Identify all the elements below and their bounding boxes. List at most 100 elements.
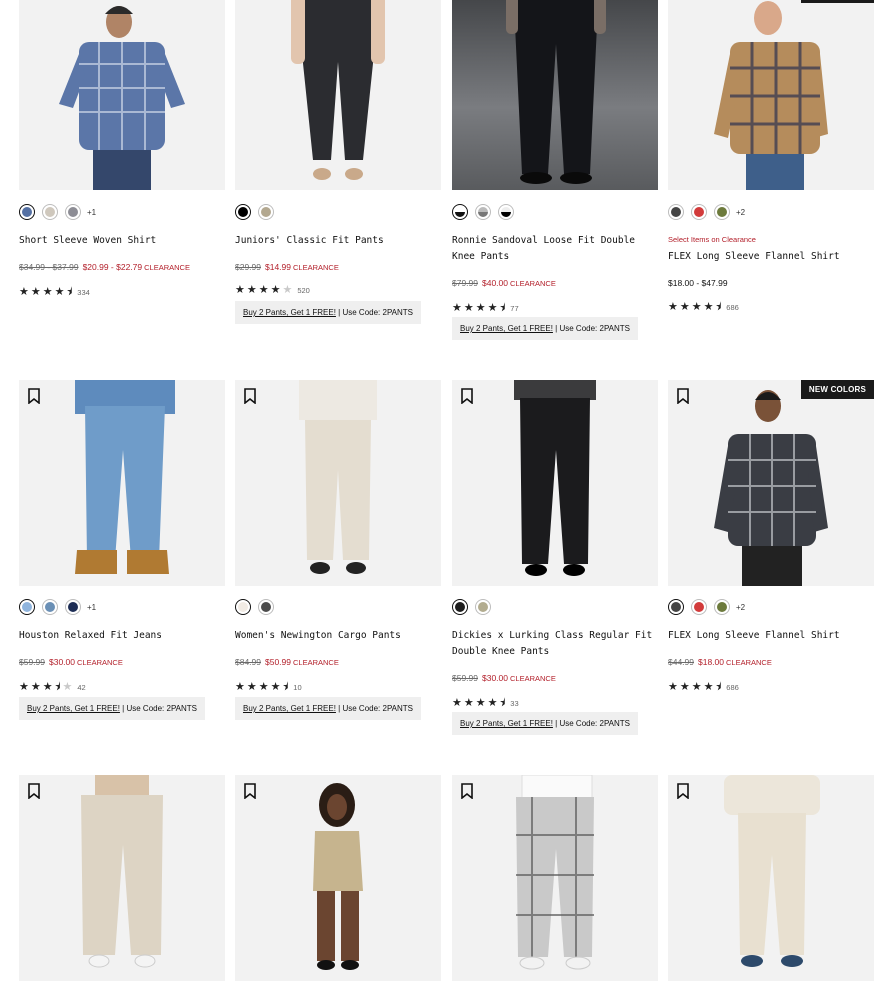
product-card[interactable]: +1 Houston Relaxed Fit Jeans $59.99 $30.0… [19,380,225,720]
product-image[interactable]: NEW COLORS [668,380,874,586]
product-card[interactable]: Ronnie Sandoval Loose Fit Double Knee Pa… [452,0,658,340]
product-name[interactable]: Short Sleeve Woven Shirt [19,233,225,249]
color-swatch[interactable] [235,204,251,220]
product-name[interactable]: Houston Relaxed Fit Jeans [19,628,225,644]
color-swatches [235,596,281,618]
color-swatch[interactable] [668,599,684,615]
clearance-tag: Select Items on Clearance [668,235,756,244]
color-swatch[interactable] [65,204,81,220]
clearance-label: CLEARANCE [144,263,190,272]
sale-price: $40.00 [482,278,508,288]
color-swatch[interactable] [258,599,274,615]
sale-price: $18.00 [698,657,724,667]
product-image[interactable] [235,380,441,586]
promo-link[interactable]: Buy 2 Pants, Get 1 FREE! [27,704,120,713]
color-swatch[interactable] [714,204,730,220]
color-swatches: +2 [668,201,745,223]
product-card[interactable]: +1 Short Sleeve Woven Shirt $34.99 - $37… [19,0,225,298]
product-card[interactable] [668,775,874,981]
star-rating: ★★★★⯨ 77 [452,302,519,314]
product-image[interactable] [19,380,225,586]
product-photo [514,380,596,576]
color-swatches: +1 [19,596,96,618]
color-swatch[interactable] [691,599,707,615]
product-card[interactable] [452,775,658,981]
color-swatch[interactable] [452,204,468,220]
color-swatch[interactable] [691,204,707,220]
color-swatch[interactable] [475,599,491,615]
product-image[interactable] [452,775,658,981]
review-count: 42 [77,683,86,692]
product-image[interactable] [235,0,441,190]
promo-link[interactable]: Buy 2 Pants, Get 1 FREE! [243,308,336,317]
price-range: $18.00 - $47.99 [668,278,728,288]
promo-link[interactable]: Buy 2 Pants, Get 1 FREE! [243,704,336,713]
product-card[interactable]: Juniors' Classic Fit Pants $29.99 $14.99 C… [235,0,441,324]
color-swatch[interactable] [475,204,491,220]
new-colors-badge: NEW COLORS [800,0,874,3]
bookmark-icon[interactable] [243,783,257,799]
product-card[interactable]: Women's Newington Cargo Pants $84.99 $50.… [235,380,441,720]
product-image[interactable] [19,775,225,981]
bookmark-icon[interactable] [676,388,690,404]
bookmark-icon[interactable] [460,388,474,404]
color-swatch[interactable] [235,599,251,615]
promo-link[interactable]: Buy 2 Pants, Get 1 FREE! [460,324,553,333]
product-card[interactable] [19,775,225,981]
product-image[interactable] [452,380,658,586]
color-swatch[interactable] [42,204,58,220]
product-card[interactable] [235,775,441,981]
color-swatch[interactable] [19,204,35,220]
bookmark-icon[interactable] [676,783,690,799]
product-name[interactable]: Juniors' Classic Fit Pants [235,233,441,249]
product-name[interactable]: Dickies x Lurking Class Regular Fit Doub… [452,628,658,660]
original-price: $59.99 [452,673,478,683]
color-swatch[interactable] [19,599,35,615]
promo-offer: Buy 2 Pants, Get 1 FREE! | Use Code: 2PA… [19,697,206,720]
half-star-icon: ⯨ [715,301,724,313]
price: $18.00 - $47.99 [668,278,728,288]
promo-offer: Buy 2 Pants, Get 1 FREE! | Use Code: 2PA… [235,697,422,720]
color-swatch[interactable] [714,599,730,615]
promo-offer: Buy 2 Pants, Get 1 FREE! | Use Code: 2PA… [235,301,422,324]
color-swatch[interactable] [65,599,81,615]
promo-link[interactable]: Buy 2 Pants, Get 1 FREE! [460,719,553,728]
bookmark-icon[interactable] [27,388,41,404]
star-rating: ★★★⯨★ 42 [19,681,86,693]
more-colors[interactable]: +1 [87,208,96,217]
sale-price: $30.00 [49,657,75,667]
new-colors-badge: NEW COLORS [800,380,874,399]
promo-code: Use Code: 2PANTS [342,308,414,317]
bookmark-icon[interactable] [243,388,257,404]
product-image[interactable] [235,775,441,981]
product-image[interactable]: NEW COLORS [668,0,874,190]
product-name[interactable]: Women's Newington Cargo Pants [235,628,441,644]
product-photo [75,380,175,574]
color-swatch[interactable] [668,204,684,220]
product-card[interactable]: NEW COLORS +2 Select Items on Clearance … [668,0,874,313]
color-swatch[interactable] [498,204,514,220]
half-star-icon: ⯨ [66,286,75,298]
sale-price: $50.99 [265,657,291,667]
color-swatch[interactable] [42,599,58,615]
product-card[interactable]: NEW COLORS +2 FLEX Long Sleeve Flannel S… [668,380,874,693]
more-colors[interactable]: +2 [736,603,745,612]
product-image[interactable] [452,0,658,190]
more-colors[interactable]: +1 [87,603,96,612]
product-card[interactable]: Dickies x Lurking Class Regular Fit Doub… [452,380,658,735]
price: $34.99 - $37.99 $20.99 - $22.79 CLEARANCE [19,262,190,272]
review-count: 334 [77,288,90,297]
bookmark-icon[interactable] [460,783,474,799]
color-swatch[interactable] [258,204,274,220]
product-image[interactable] [668,775,874,981]
product-image[interactable] [19,0,225,190]
product-name[interactable]: FLEX Long Sleeve Flannel Shirt [668,628,874,644]
original-price: $59.99 [19,657,45,667]
bookmark-icon[interactable] [27,783,41,799]
original-price: $44.99 [668,657,694,667]
more-colors[interactable]: +2 [736,208,745,217]
promo-offer: Buy 2 Pants, Get 1 FREE! | Use Code: 2PA… [452,712,639,735]
color-swatch[interactable] [452,599,468,615]
product-name[interactable]: Ronnie Sandoval Loose Fit Double Knee Pa… [452,233,658,265]
product-name[interactable]: FLEX Long Sleeve Flannel Shirt [668,249,874,265]
